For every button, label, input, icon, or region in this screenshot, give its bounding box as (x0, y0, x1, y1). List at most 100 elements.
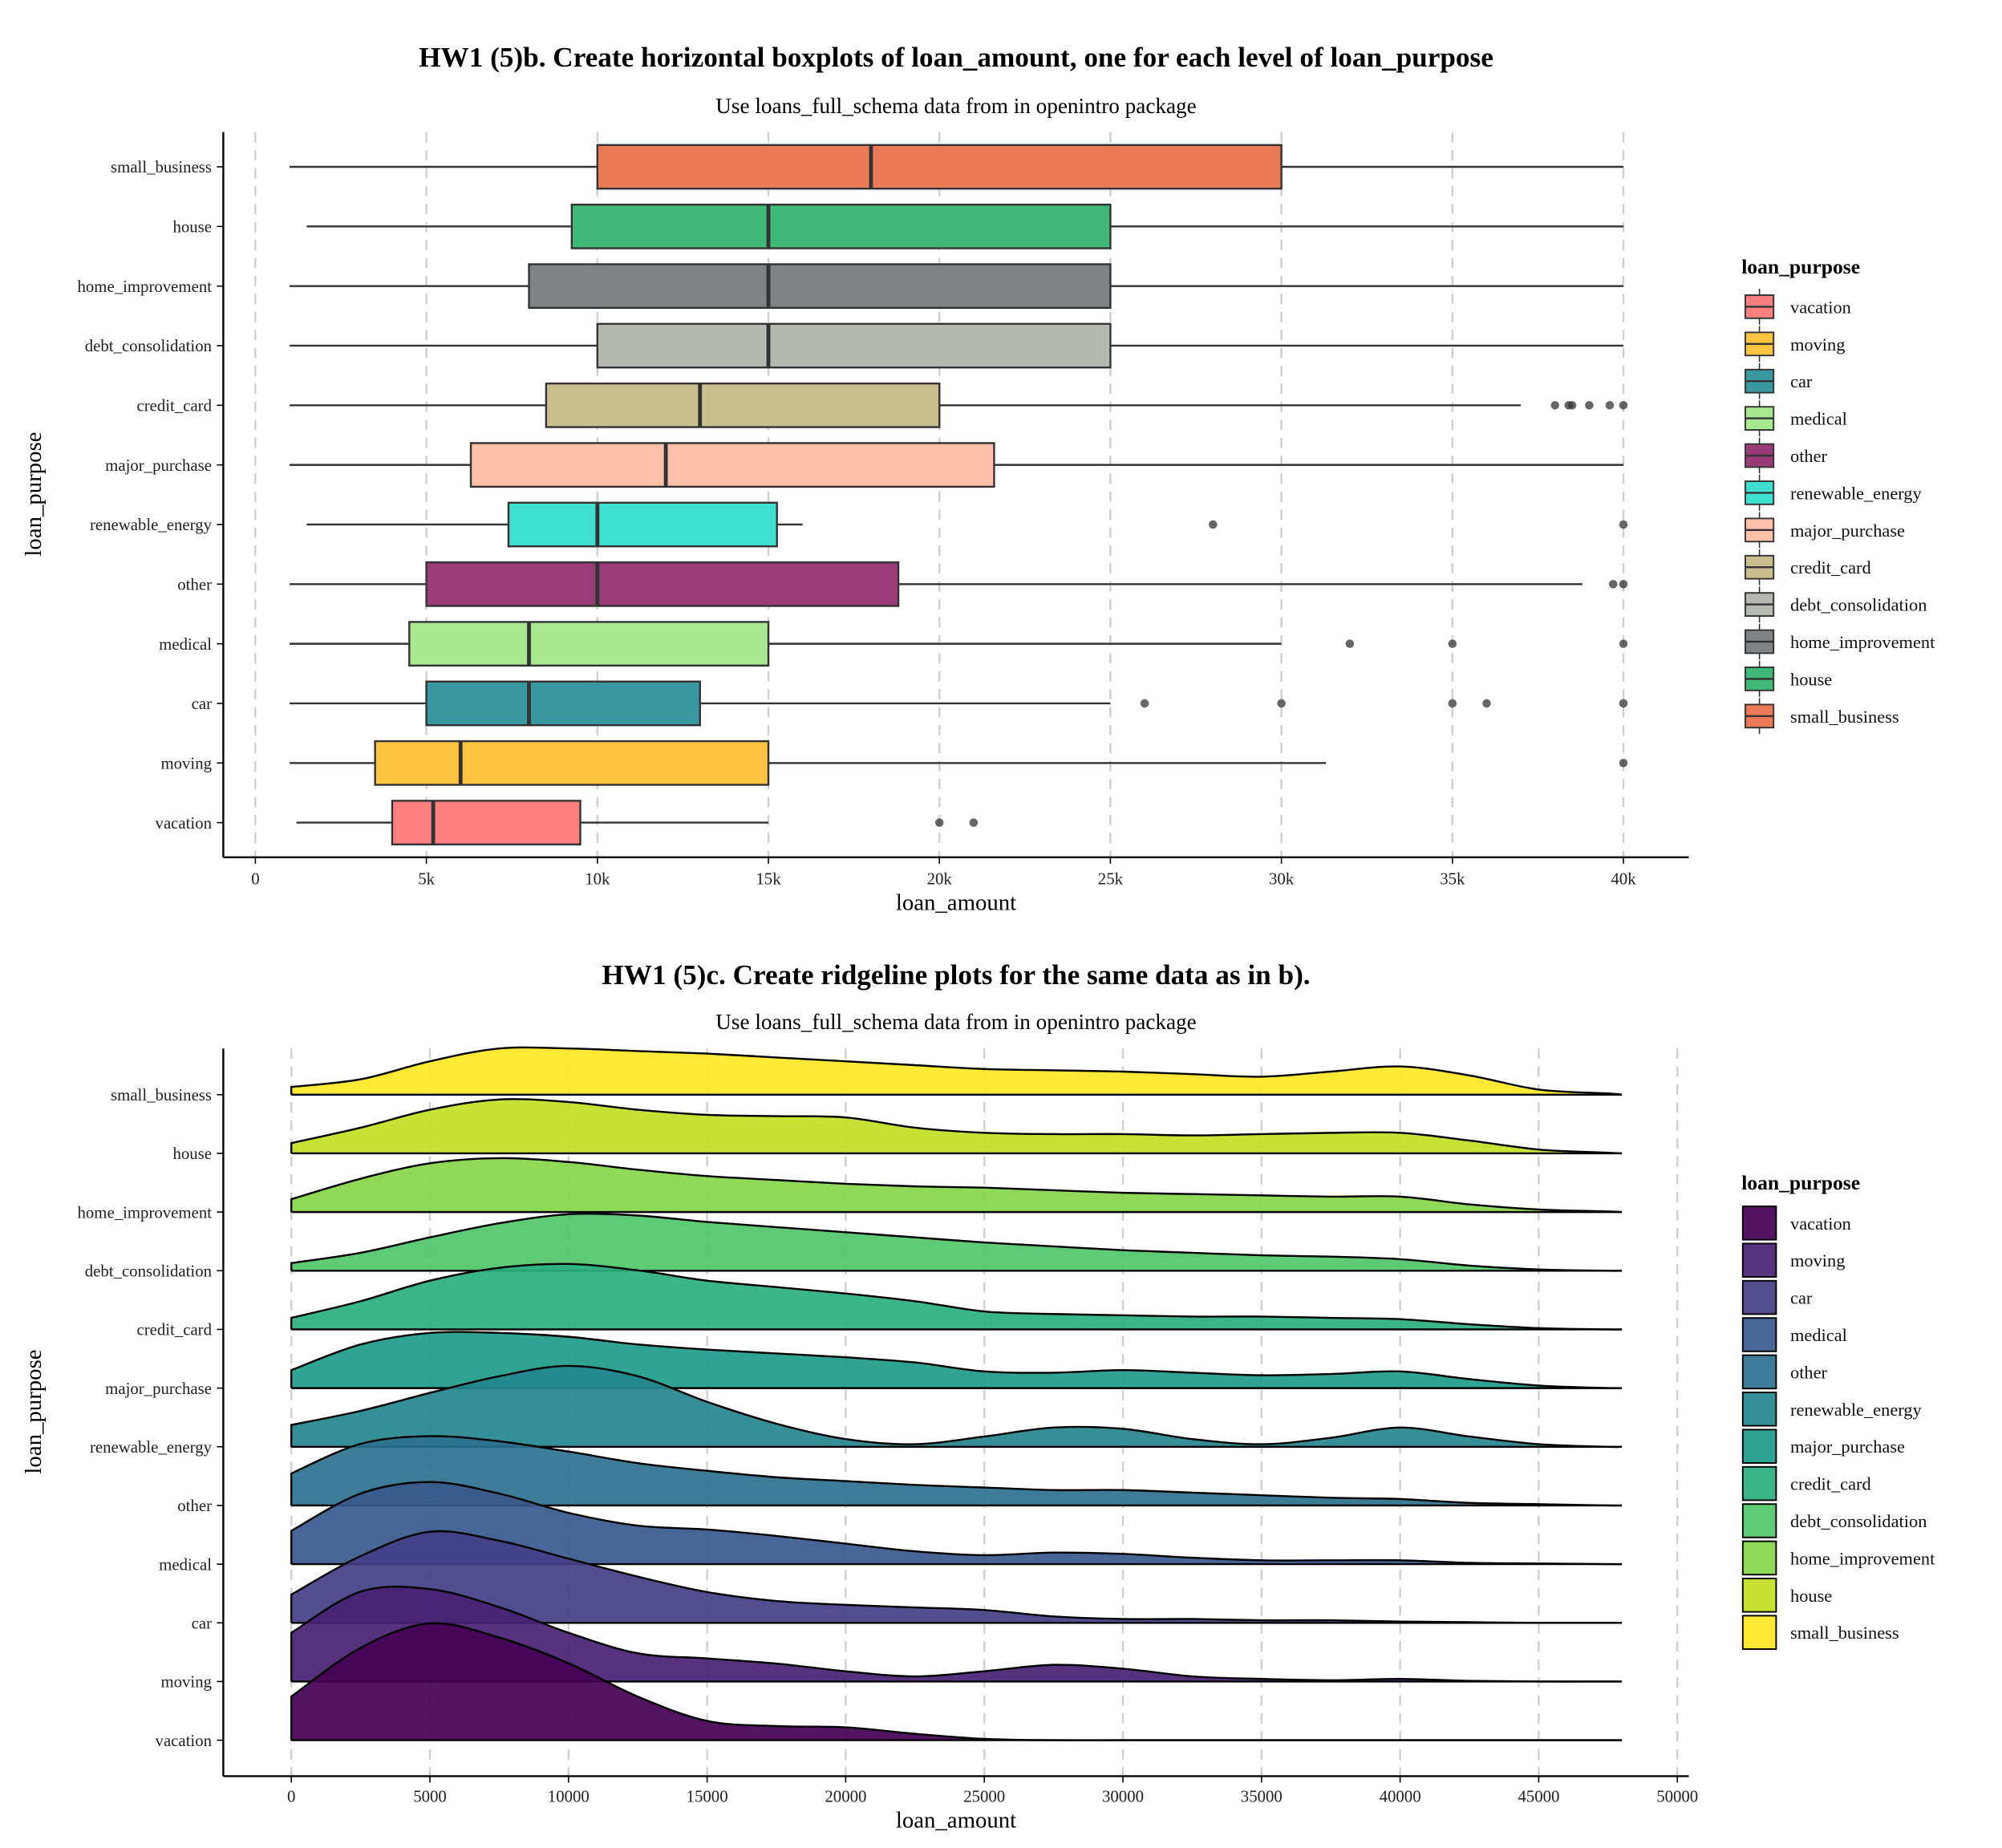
legend-label: major_purchase (1790, 1437, 1905, 1457)
legend-key (1741, 1615, 1777, 1650)
outlier-point (1605, 401, 1615, 410)
y-tick-label: other (177, 575, 212, 594)
box-renewable_energy (306, 501, 1628, 548)
boxplot-legend-title: loan_purpose (1741, 255, 1860, 278)
x-tick-label: 0 (287, 1787, 295, 1805)
iqr-box (425, 680, 701, 727)
legend-label: moving (1790, 334, 1845, 355)
box-house (306, 203, 1623, 249)
outlier-point (1482, 699, 1491, 708)
outlier-point (1550, 401, 1559, 410)
ridge-fill (291, 1099, 1623, 1153)
iqr-box (596, 322, 1112, 369)
legend-label: major_purchase (1790, 521, 1905, 541)
iqr-box (528, 263, 1112, 310)
iqr-box (507, 501, 778, 548)
y-tick-label: vacation (156, 814, 213, 833)
x-tick-label: 35k (1440, 869, 1465, 888)
outlier-point (1585, 401, 1594, 410)
x-tick-label: 35000 (1241, 1787, 1283, 1805)
y-tick-label: house (172, 1145, 212, 1163)
box-car (290, 680, 1628, 727)
ridge-debt_consolidation (290, 1213, 1623, 1272)
outlier-point (1567, 401, 1577, 410)
box-other (290, 561, 1628, 607)
outlier-point (934, 818, 944, 827)
legend-label: small_business (1790, 1623, 1899, 1643)
outlier-point (1619, 580, 1628, 589)
legend-item-small_business: small_business (1741, 1615, 1899, 1650)
outlier-point (1448, 699, 1457, 708)
boxplot-title: HW1 (5)b. Create horizontal boxplots of … (419, 42, 1493, 73)
iqr-box (596, 144, 1283, 190)
legend-item-renewable_energy: renewable_energy (1745, 475, 1923, 511)
x-tick-label: 45000 (1518, 1787, 1559, 1805)
y-tick-label: small_business (111, 158, 212, 176)
y-tick-label: credit_card (136, 397, 212, 415)
legend-key (1741, 1354, 1777, 1390)
outlier-point (969, 818, 979, 827)
x-tick-label: 40000 (1380, 1787, 1421, 1805)
x-tick-label: 15k (756, 869, 781, 888)
outlier-point (1619, 758, 1628, 768)
ridgeline-marks (290, 1046, 1623, 1741)
ridge-small_business (290, 1046, 1623, 1096)
ridge-credit_card (290, 1262, 1623, 1331)
outlier-point (1345, 639, 1355, 648)
legend-key (1741, 1540, 1777, 1576)
y-tick-label: other (177, 1497, 212, 1515)
box-small_business (290, 144, 1623, 190)
legend-label: home_improvement (1790, 1548, 1935, 1568)
legend-item-credit_card: credit_card (1745, 549, 1871, 586)
legend-item-car: car (1745, 363, 1813, 399)
y-tick-label: home_improvement (78, 278, 213, 296)
legend-item-house: house (1745, 661, 1832, 697)
box-major_purchase (290, 442, 1623, 488)
iqr-box (408, 621, 770, 667)
legend-label: credit_card (1790, 1474, 1871, 1494)
x-tick-label: 40k (1611, 869, 1636, 888)
legend-item-home_improvement: home_improvement (1741, 1540, 1935, 1576)
legend-key (1741, 1279, 1777, 1315)
outlier-point (1619, 401, 1628, 410)
legend-key (1741, 1206, 1777, 1241)
outlier-point (1619, 520, 1628, 529)
y-tick-label: home_improvement (78, 1203, 213, 1222)
boxplot-legend: loan_purpose vacation moving car medical oth… (1741, 255, 1935, 735)
legend-item-renewable_energy: renewable_energy (1741, 1392, 1923, 1427)
outlier-point (1448, 639, 1457, 648)
outlier-point (1209, 520, 1218, 529)
legend-item-small_business: small_business (1745, 698, 1899, 735)
legend-label: car (1790, 1288, 1813, 1308)
legend-label: other (1790, 446, 1828, 466)
legend-item-major_purchase: major_purchase (1745, 512, 1905, 549)
y-tick-label: renewable_energy (90, 1438, 213, 1457)
legend-item-home_improvement: home_improvement (1745, 623, 1935, 660)
y-tick-label: debt_consolidation (85, 1262, 213, 1280)
y-tick-label: car (192, 695, 212, 713)
legend-label: vacation (1790, 297, 1851, 317)
legend-item-vacation: vacation (1741, 1206, 1851, 1241)
x-tick-label: 20k (927, 869, 953, 888)
x-tick-label: 5k (418, 869, 435, 888)
ridge-fill (291, 1214, 1623, 1271)
ridge-house (290, 1098, 1623, 1155)
boxplot-marks (290, 144, 1628, 846)
figure: HW1 (5)b. Create horizontal boxplots of … (21, 42, 1935, 1833)
y-tick-label: small_business (111, 1086, 212, 1104)
legend-label: home_improvement (1790, 632, 1935, 652)
iqr-box (391, 800, 582, 846)
legend-item-debt_consolidation: debt_consolidation (1745, 586, 1927, 622)
x-tick-label: 15000 (687, 1787, 728, 1805)
legend-key (1741, 1578, 1777, 1613)
x-tick-label: 10000 (548, 1787, 590, 1805)
x-tick-label: 10k (585, 869, 610, 888)
box-home_improvement (290, 263, 1623, 310)
y-tick-label: medical (159, 1555, 212, 1574)
y-tick-label: car (192, 1614, 212, 1632)
x-tick-label: 50000 (1656, 1787, 1698, 1805)
legend-item-credit_card: credit_card (1741, 1465, 1871, 1502)
ridgeline-subtitle: Use loans_full_schema data from in openi… (715, 1010, 1196, 1034)
box-credit_card (290, 382, 1628, 428)
y-tick-label: medical (159, 635, 212, 654)
